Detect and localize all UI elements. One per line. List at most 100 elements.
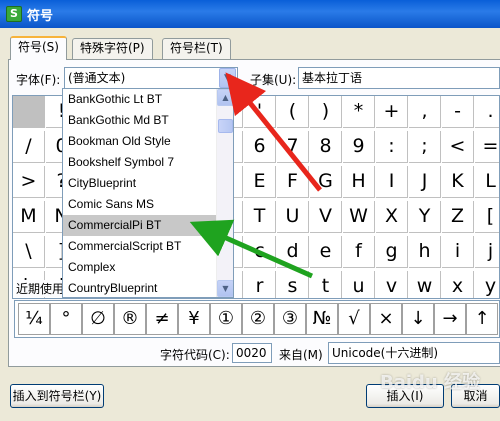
symbol-cell[interactable]: , [409,96,441,128]
font-list-item[interactable]: CityBlueprint [63,173,217,194]
symbol-cell[interactable]: ) [310,96,342,128]
symbol-cell[interactable]: X [376,201,408,233]
symbol-cell[interactable]: ' [244,96,276,128]
recent-label: 近期使用 [16,280,67,297]
font-list-item[interactable]: Bookshelf Symbol 7 [63,152,217,173]
from-label: 来自(M) [279,348,323,362]
font-list-item[interactable]: BankGothic Md BT [63,110,217,131]
symbol-cell[interactable]: Z [442,201,474,233]
font-list-item[interactable]: CommercialScript BT [63,236,217,257]
panel-content: 字体(F): (普通文本) ▼ 子集(U): 基本拉丁语 !"#$%&'()*+… [0,28,500,421]
symbol-cell[interactable]: s [277,271,309,298]
symbol-cell[interactable]: . [475,96,499,128]
symbol-cell[interactable]: g [376,236,408,268]
symbol-cell[interactable]: u [343,271,375,298]
symbol-cell[interactable]: > [13,166,45,198]
title-bar: S 符号 [0,0,500,28]
subset-select[interactable]: 基本拉丁语 [298,67,500,89]
symbol-cell[interactable]: K [442,166,474,198]
symbol-cell[interactable]: d [277,236,309,268]
font-list-item[interactable]: CountryBlueprint [63,278,217,297]
symbol-cell[interactable]: * [343,96,375,128]
from-select-value: Unicode(十六进制) [332,346,439,360]
window-title: 符号 [27,9,54,24]
symbol-cell[interactable]: y [475,271,499,298]
symbol-cell[interactable] [13,96,45,128]
recent-symbol-cell[interactable]: ↓ [402,303,434,335]
s-logo-icon: S [6,6,22,22]
symbol-cell[interactable]: < [442,131,474,163]
symbol-cell[interactable]: V [310,201,342,233]
scroll-up-icon[interactable]: ▲ [217,89,233,106]
font-list-item[interactable]: CommercialPi BT [63,215,217,236]
symbol-cell[interactable]: G [310,166,342,198]
symbol-cell[interactable]: \ [13,236,45,268]
recent-symbol-cell[interactable]: ∅ [82,303,114,335]
symbol-cell[interactable]: ( [277,96,309,128]
symbol-cell[interactable]: w [409,271,441,298]
symbol-cell[interactable]: 6 [244,131,276,163]
font-list-item[interactable]: Comic Sans MS [63,194,217,215]
symbol-cell[interactable]: E [244,166,276,198]
recent-symbols: ¼ ° ∅ ® ≠ ¥ ① ② ③ № √ × ↓ → ↑ [14,300,500,338]
symbol-cell[interactable]: e [310,236,342,268]
symbol-cell[interactable]: L [475,166,499,198]
symbol-cell[interactable]: c [244,236,276,268]
symbol-cell[interactable]: / [13,131,45,163]
symbol-cell[interactable]: j [475,236,499,268]
symbol-cell[interactable]: + [376,96,408,128]
recent-symbol-cell[interactable]: ≠ [146,303,178,335]
symbol-cell[interactable]: : [376,131,408,163]
char-code-input[interactable]: 0020 [232,343,272,363]
symbol-cell[interactable]: H [343,166,375,198]
chevron-down-icon[interactable]: ▼ [219,68,236,88]
symbol-cell[interactable]: 9 [343,131,375,163]
symbol-cell[interactable]: J [409,166,441,198]
symbol-cell[interactable]: t [310,271,342,298]
symbol-cell[interactable]: v [376,271,408,298]
symbol-cell[interactable]: Y [409,201,441,233]
symbol-cell[interactable]: f [343,236,375,268]
recent-symbol-cell[interactable]: ① [210,303,242,335]
symbol-cell[interactable]: F [277,166,309,198]
recent-symbol-cell[interactable]: × [370,303,402,335]
font-select[interactable]: (普通文本) [64,67,238,89]
symbol-cell[interactable]: I [376,166,408,198]
font-select-value: (普通文本) [68,71,126,85]
symbol-cell[interactable]: W [343,201,375,233]
recent-symbol-cell[interactable]: ¼ [18,303,50,335]
insert-to-bar-button[interactable]: 插入到符号栏(Y) [10,384,104,408]
symbol-cell[interactable]: r [244,271,276,298]
recent-symbol-cell[interactable]: ② [242,303,274,335]
watermark: Baidu 经验 [380,372,481,393]
symbol-cell[interactable]: i [442,236,474,268]
symbol-cell[interactable]: M [13,201,45,233]
recent-symbol-cell[interactable]: № [306,303,338,335]
symbol-cell[interactable]: U [277,201,309,233]
font-list-item[interactable]: Complex [63,257,217,278]
font-dropdown-list[interactable]: BankGothic Lt BT BankGothic Md BT Bookman … [62,88,234,298]
recent-symbol-cell[interactable]: ¥ [178,303,210,335]
recent-symbol-cell[interactable]: ③ [274,303,306,335]
scroll-thumb[interactable] [218,119,233,133]
scroll-down-icon[interactable]: ▼ [217,280,233,297]
recent-symbol-cell[interactable]: ® [114,303,146,335]
recent-symbol-cell[interactable]: √ [338,303,370,335]
font-list-item[interactable]: BankGothic Lt BT [63,89,217,110]
dropdown-scrollbar[interactable]: ▲ ▼ [216,89,233,297]
symbol-cell[interactable]: [ [475,201,499,233]
symbol-cell[interactable]: x [442,271,474,298]
symbol-cell[interactable]: ; [409,131,441,163]
recent-symbol-cell[interactable]: ° [50,303,82,335]
symbol-cell[interactable]: 7 [277,131,309,163]
font-list-item[interactable]: Bookman Old Style [63,131,217,152]
symbol-cell[interactable]: h [409,236,441,268]
from-select[interactable]: Unicode(十六进制) [328,342,500,364]
symbol-cell[interactable]: = [475,131,499,163]
symbol-cell[interactable]: T [244,201,276,233]
recent-symbol-cell[interactable]: ↑ [466,303,498,335]
recent-symbol-cell[interactable]: → [434,303,466,335]
subset-select-value: 基本拉丁语 [302,71,363,85]
symbol-cell[interactable]: - [442,96,474,128]
symbol-cell[interactable]: 8 [310,131,342,163]
